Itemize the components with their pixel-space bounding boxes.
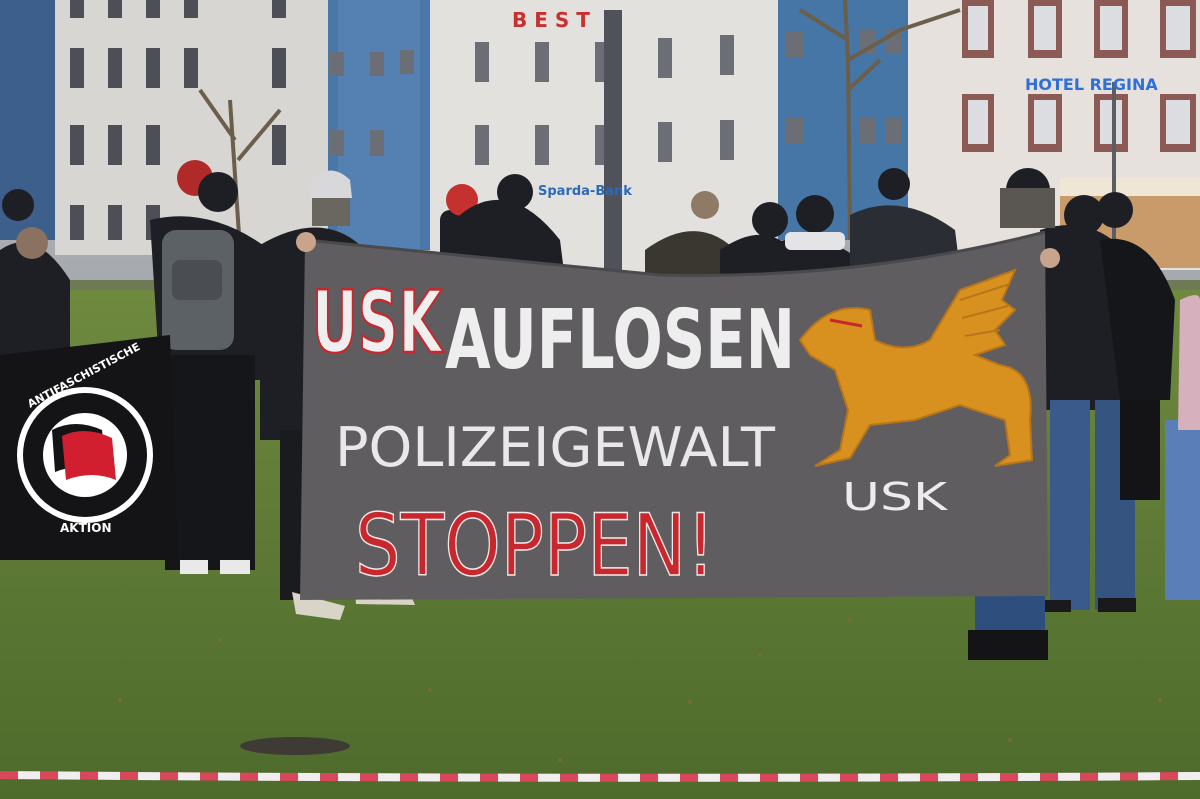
griffin-caption: USK [842, 475, 948, 519]
antifa-flag: ANTIFASCHISTISCHE AKTION [0, 335, 178, 560]
banner-usk: USK [312, 273, 444, 373]
hotel-sign: HOTEL REGINA [1025, 75, 1158, 94]
protest-photo: B E S T HOTEL REGINA Sparda-Bank ANTIFAS… [0, 0, 1200, 799]
protest-banner: USK AUFLOSEN POLIZEIGEWALT STOPPEN! USK [300, 230, 1048, 600]
banner-stoppen: STOPPEN! [355, 496, 715, 596]
banner-aufloesen: AUFLOSEN [445, 293, 795, 388]
top-sign: B E S T [512, 8, 590, 32]
banner-polizeigewalt: POLIZEIGEWALT [335, 416, 776, 479]
bank-sign: Sparda-Bank [538, 184, 632, 199]
flag-bottom-text: AKTION [60, 521, 111, 535]
